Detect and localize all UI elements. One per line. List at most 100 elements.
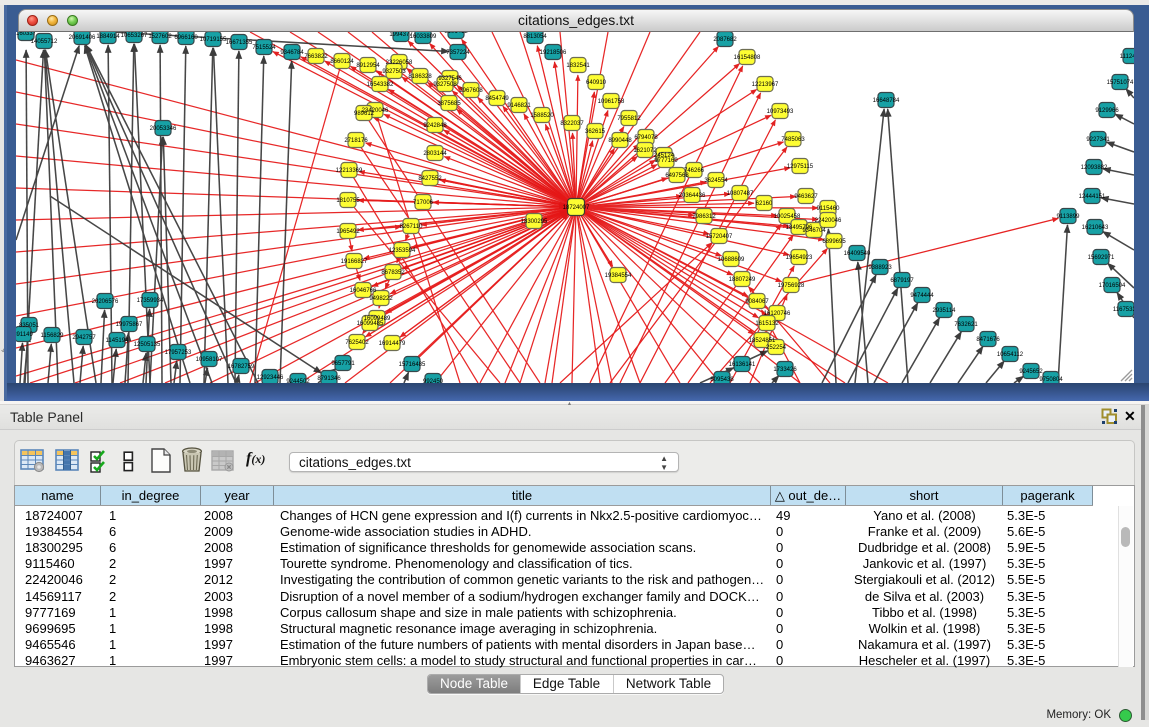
svg-text:8191412: 8191412 bbox=[444, 32, 468, 35]
svg-text:9227341: 9227341 bbox=[1086, 137, 1110, 143]
svg-text:1588520: 1588520 bbox=[530, 113, 554, 119]
svg-text:19756928: 19756928 bbox=[778, 283, 805, 289]
svg-text:9129966: 9129966 bbox=[1095, 108, 1119, 114]
svg-text:12353594: 12353594 bbox=[389, 248, 416, 254]
svg-text:12505135: 12505135 bbox=[134, 342, 161, 348]
svg-text:7955812: 7955812 bbox=[617, 116, 641, 122]
svg-text:9498222: 9498222 bbox=[369, 296, 393, 302]
svg-text:20053346: 20053346 bbox=[150, 126, 177, 132]
svg-text:8813054: 8813054 bbox=[523, 34, 547, 40]
svg-text:11675334: 11675334 bbox=[1113, 307, 1134, 313]
svg-text:16543382: 16543382 bbox=[367, 82, 394, 88]
svg-text:12975115: 12975115 bbox=[787, 164, 814, 170]
svg-text:160337: 160337 bbox=[16, 32, 37, 37]
svg-text:10653267: 10653267 bbox=[121, 33, 148, 39]
svg-text:2087682: 2087682 bbox=[713, 37, 737, 43]
svg-text:7986312: 7986312 bbox=[692, 214, 716, 220]
svg-text:10973493: 10973493 bbox=[767, 109, 794, 115]
svg-text:16782759: 16782759 bbox=[228, 364, 255, 370]
svg-text:20206576: 20206576 bbox=[92, 299, 119, 305]
svg-text:9346784: 9346784 bbox=[280, 50, 304, 56]
svg-text:10807487: 10807487 bbox=[727, 191, 754, 197]
svg-text:3875685: 3875685 bbox=[437, 101, 461, 107]
svg-text:2942757: 2942757 bbox=[72, 335, 96, 341]
svg-text:2803144: 2803144 bbox=[423, 151, 447, 157]
svg-text:16409540: 16409540 bbox=[844, 251, 871, 257]
svg-text:6966160: 6966160 bbox=[174, 35, 198, 41]
svg-text:2935114: 2935114 bbox=[933, 308, 957, 314]
svg-text:12213967: 12213967 bbox=[752, 82, 779, 88]
svg-text:6794078: 6794078 bbox=[634, 135, 658, 141]
svg-text:1810755: 1810755 bbox=[336, 198, 360, 204]
svg-text:8912954: 8912954 bbox=[356, 63, 380, 69]
svg-text:8427552: 8427552 bbox=[418, 176, 442, 182]
svg-text:20691406: 20691406 bbox=[69, 35, 96, 41]
svg-text:9115460: 9115460 bbox=[817, 206, 841, 212]
svg-text:2967608: 2967608 bbox=[459, 88, 483, 94]
svg-text:16120746: 16120746 bbox=[764, 311, 791, 317]
svg-text:2718176: 2718176 bbox=[344, 138, 368, 144]
svg-text:17957253: 17957253 bbox=[165, 350, 192, 356]
svg-text:17359934: 17359934 bbox=[137, 298, 164, 304]
svg-text:9242848: 9242848 bbox=[423, 123, 447, 129]
svg-text:1112461: 1112461 bbox=[1120, 54, 1134, 60]
svg-text:19166827: 19166827 bbox=[341, 259, 368, 265]
svg-text:16033809: 16033809 bbox=[410, 34, 437, 40]
svg-text:3624554: 3624554 bbox=[704, 178, 728, 184]
svg-text:8791346: 8791346 bbox=[317, 376, 341, 382]
svg-text:6899695: 6899695 bbox=[822, 239, 846, 245]
svg-text:1733426: 1733426 bbox=[773, 367, 797, 373]
svg-text:12444151: 12444151 bbox=[1079, 194, 1106, 200]
svg-text:8267110: 8267110 bbox=[400, 224, 424, 230]
svg-text:16648784: 16648784 bbox=[873, 98, 900, 104]
svg-text:7357224: 7357224 bbox=[446, 50, 470, 56]
svg-text:9146821: 9146821 bbox=[507, 103, 531, 109]
svg-text:9474444: 9474444 bbox=[910, 293, 934, 299]
svg-text:12093882: 12093882 bbox=[1081, 165, 1108, 171]
svg-text:989612: 989612 bbox=[354, 111, 375, 117]
svg-text:16154808: 16154808 bbox=[734, 55, 761, 61]
svg-text:717006: 717006 bbox=[413, 200, 434, 206]
svg-text:9084067: 9084067 bbox=[745, 299, 769, 305]
svg-text:10654112: 10654112 bbox=[997, 352, 1024, 358]
svg-text:17016504: 17016504 bbox=[1099, 283, 1126, 289]
svg-text:1884914: 1884914 bbox=[96, 34, 120, 40]
svg-text:8186328: 8186328 bbox=[408, 74, 432, 80]
svg-text:8990448: 8990448 bbox=[608, 138, 632, 144]
svg-text:16671355: 16671355 bbox=[226, 40, 253, 46]
svg-text:1965492: 1965492 bbox=[336, 229, 360, 235]
svg-text:7625402: 7625402 bbox=[345, 340, 369, 346]
svg-text:19975867: 19975867 bbox=[116, 322, 143, 328]
svg-text:62160: 62160 bbox=[756, 201, 773, 207]
svg-text:22420046: 22420046 bbox=[815, 218, 842, 224]
svg-text:362615: 362615 bbox=[585, 129, 606, 135]
svg-text:12923446: 12923446 bbox=[257, 375, 284, 381]
svg-text:15751074: 15751074 bbox=[1107, 80, 1134, 86]
svg-text:7632621: 7632621 bbox=[954, 322, 978, 328]
svg-text:8322037: 8322037 bbox=[560, 121, 584, 127]
svg-text:8095438: 8095438 bbox=[710, 377, 734, 383]
svg-text:992450: 992450 bbox=[423, 379, 444, 383]
svg-text:1156829: 1156829 bbox=[41, 333, 65, 339]
svg-text:18724007: 18724007 bbox=[563, 205, 590, 211]
svg-text:10961758: 10961758 bbox=[598, 99, 625, 105]
svg-text:18807249: 18807249 bbox=[729, 277, 756, 283]
svg-text:1615132: 1615132 bbox=[755, 321, 779, 327]
svg-text:15716485: 15716485 bbox=[399, 362, 426, 368]
svg-text:1145194: 1145194 bbox=[106, 338, 130, 344]
svg-text:9657791: 9657791 bbox=[331, 361, 355, 367]
svg-text:9113899: 9113899 bbox=[1057, 214, 1081, 220]
svg-text:20364436: 20364436 bbox=[679, 193, 706, 199]
svg-text:1832541: 1832541 bbox=[566, 63, 590, 69]
svg-text:7663822: 7663822 bbox=[304, 54, 328, 60]
svg-text:9750804: 9750804 bbox=[1039, 377, 1063, 383]
svg-text:252254: 252254 bbox=[766, 345, 787, 351]
svg-text:10719155: 10719155 bbox=[200, 37, 227, 43]
svg-text:19654923: 19654923 bbox=[786, 255, 813, 261]
svg-text:14055712: 14055712 bbox=[31, 39, 58, 45]
svg-text:8454749: 8454749 bbox=[485, 96, 509, 102]
svg-text:16099485: 16099485 bbox=[357, 321, 384, 327]
svg-text:391149: 391149 bbox=[16, 332, 33, 338]
svg-text:15720407: 15720407 bbox=[706, 234, 733, 240]
svg-text:19218506: 19218506 bbox=[540, 50, 567, 56]
